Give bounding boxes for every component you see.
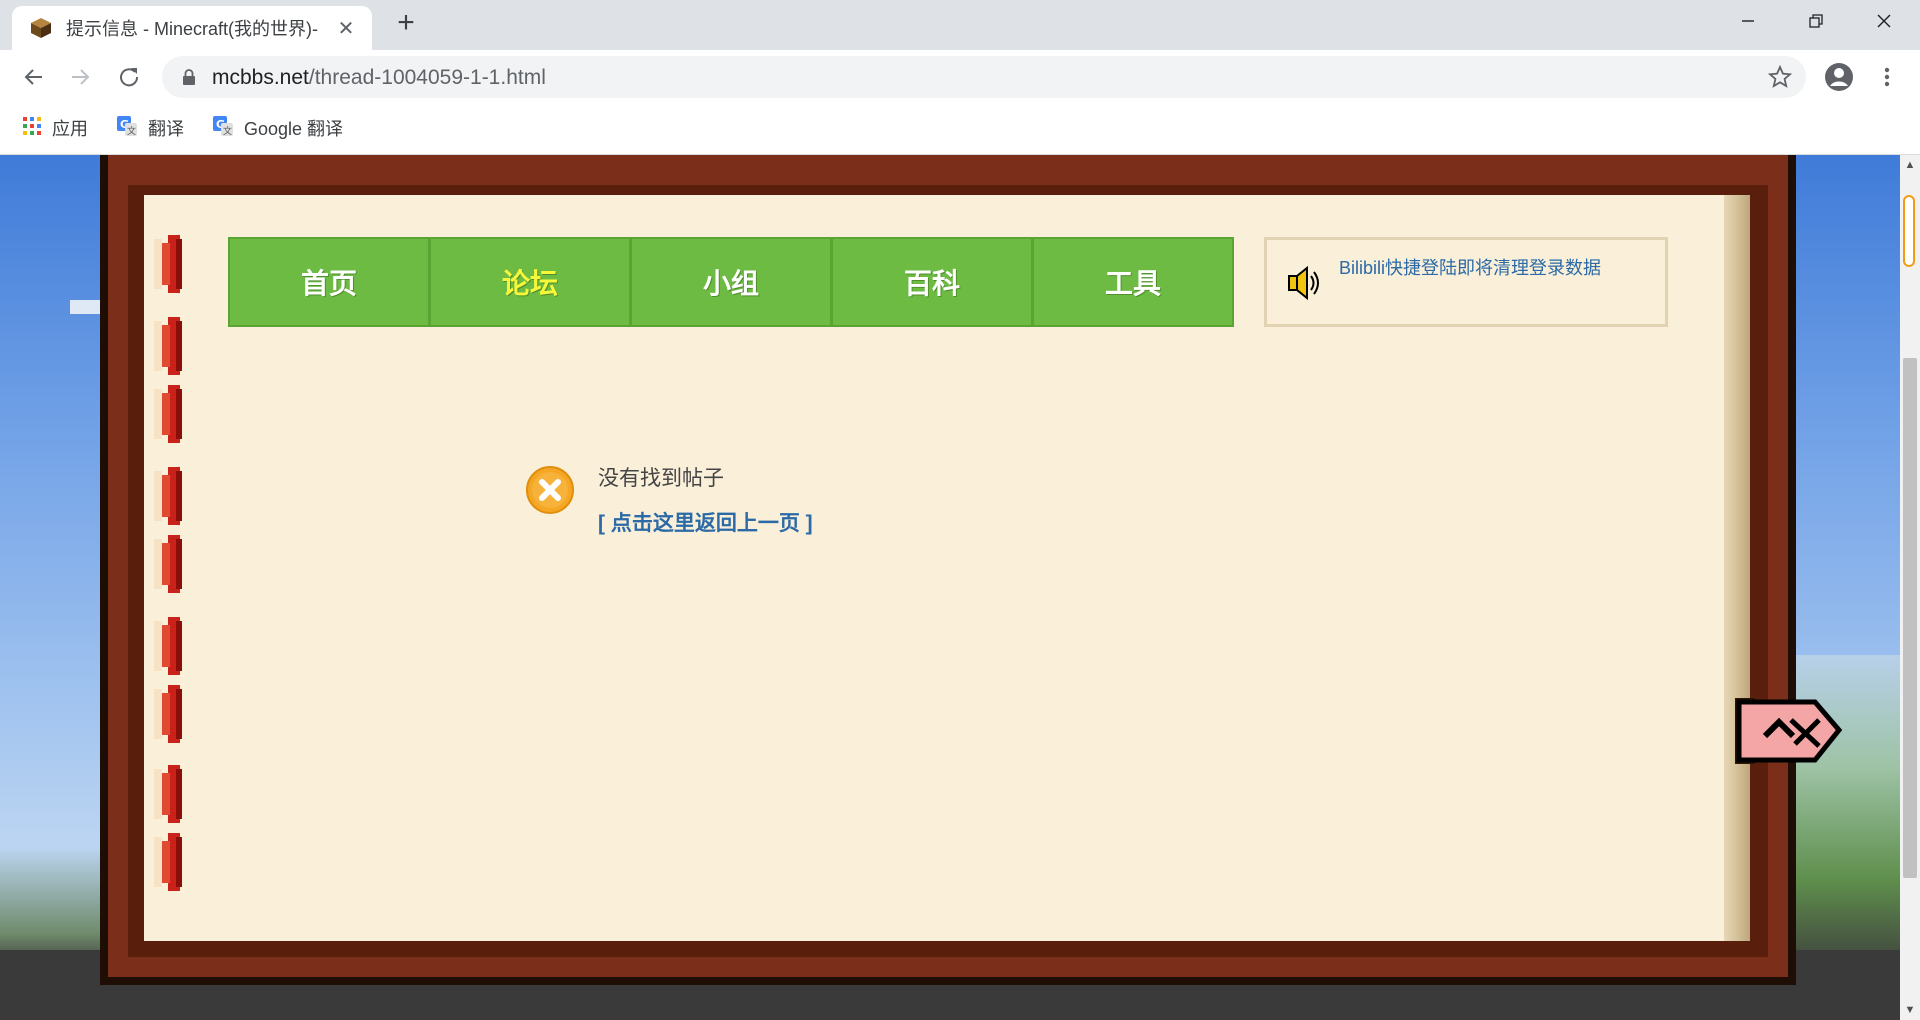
lock-icon (182, 69, 196, 91)
binding-ring (154, 833, 182, 891)
nav-home[interactable]: 首页 (230, 239, 431, 325)
binding-ring (154, 765, 182, 823)
nav-tools[interactable]: 工具 (1034, 239, 1232, 325)
bookmark-apps[interactable]: 应用 (22, 114, 88, 142)
svg-text:文: 文 (127, 125, 136, 137)
scrollbar-thumb[interactable] (1903, 358, 1917, 878)
svg-text:文: 文 (223, 125, 232, 137)
bookmark-label: Google 翻译 (244, 119, 344, 139)
tab-close-icon[interactable]: ✕ (334, 16, 358, 41)
google-translate-icon: G文 (116, 115, 138, 142)
tab-title: 提示信息 - Minecraft(我的世界)- (66, 19, 318, 39)
announcement-box: Bilibili快捷登陆即将清理登录数据 (1264, 237, 1668, 327)
binding-ring (154, 317, 182, 375)
new-tab-button[interactable]: + (390, 8, 422, 40)
apps-grid-icon (22, 116, 42, 141)
scroll-up-icon[interactable]: ▲ (1900, 155, 1920, 175)
url-text: mcbbs.net/thread-1004059-1-1.html (212, 66, 546, 90)
address-bar[interactable]: mcbbs.net/thread-1004059-1-1.html (162, 56, 1806, 98)
error-icon (525, 465, 575, 515)
profile-avatar-icon[interactable] (1822, 60, 1856, 94)
minimize-icon[interactable] (1716, 0, 1780, 42)
tab-strip: 提示信息 - Minecraft(我的世界)- ✕ + (0, 0, 1920, 50)
vertical-scrollbar[interactable]: ▲ ▼ (1900, 155, 1920, 1020)
more-menu-icon[interactable] (1870, 60, 1904, 94)
site-nav: 首页 论坛 小组 百科 工具 (228, 237, 1234, 327)
back-to-top-button[interactable] (1735, 690, 1843, 772)
binding-ring (154, 535, 182, 593)
google-translate-icon: G文 (212, 115, 234, 142)
bookmarks-bar: 应用 G文 翻译 G文 Google 翻译 (0, 104, 1920, 155)
book-page-edge (1724, 195, 1750, 941)
announcement-link[interactable]: Bilibili快捷登陆即将清理登录数据 (1339, 254, 1601, 280)
back-arrow-icon[interactable] (16, 60, 50, 94)
bookmark-label: 应用 (52, 119, 88, 139)
reload-icon[interactable] (112, 60, 146, 94)
browser-toolbar: mcbbs.net/thread-1004059-1-1.html (0, 50, 1920, 104)
nav-wiki[interactable]: 百科 (833, 239, 1034, 325)
binding-ring (154, 617, 182, 675)
bookmark-google-translate[interactable]: G文 Google 翻译 (212, 114, 343, 142)
scroll-indicator (1903, 195, 1915, 267)
back-link[interactable]: [ 点击这里返回上一页 ] (598, 507, 813, 537)
restore-icon[interactable] (1784, 0, 1848, 42)
minecraft-block-icon (30, 17, 52, 39)
url-host: mcbbs.net (212, 66, 309, 89)
browser-tab[interactable]: 提示信息 - Minecraft(我的世界)- ✕ (12, 6, 372, 50)
bookmark-label: 翻译 (148, 119, 184, 139)
nav-forum[interactable]: 论坛 (431, 239, 632, 325)
message-title: 没有找到帖子 (598, 467, 724, 490)
page-viewport: 首页 论坛 小组 百科 工具 Bilibili快捷登陆即将清理登录数据 没有找到… (0, 155, 1900, 1020)
binding-ring (154, 685, 182, 743)
binding-ring (154, 235, 182, 293)
url-path: /thread-1004059-1-1.html (308, 66, 546, 89)
forward-arrow-icon[interactable] (64, 60, 98, 94)
bookmark-star-icon[interactable] (1767, 64, 1793, 94)
speaker-icon (1285, 264, 1323, 307)
binding-ring (154, 385, 182, 443)
scroll-down-icon[interactable]: ▼ (1900, 1000, 1920, 1020)
close-window-icon[interactable] (1852, 0, 1916, 42)
nav-groups[interactable]: 小组 (632, 239, 833, 325)
book-binding (152, 235, 202, 905)
bookmark-translate[interactable]: G文 翻译 (116, 114, 184, 142)
binding-ring (154, 467, 182, 525)
